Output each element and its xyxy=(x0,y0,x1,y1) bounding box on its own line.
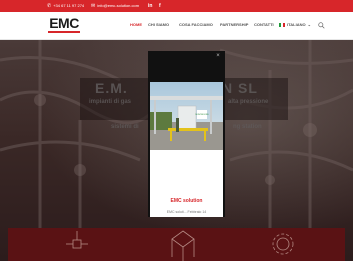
nav-chi-siamo[interactable]: CHI SIAMO xyxy=(148,22,169,28)
hero-subtitle-right-1: alta pressione xyxy=(228,99,269,105)
phone-link[interactable]: ✆ +34 67 11 97 274 xyxy=(47,0,84,12)
site-logo[interactable]: EMC xyxy=(46,16,82,38)
linkedin-icon[interactable]: in xyxy=(148,0,152,12)
caption-title[interactable]: EMC solution xyxy=(150,198,223,204)
nav-cosa-facciamo[interactable]: COSA FACCIAMO xyxy=(179,22,213,28)
phone-text: +34 67 11 97 274 xyxy=(53,3,85,8)
close-icon[interactable]: × xyxy=(215,53,221,59)
hero-title-right: N SL xyxy=(222,80,258,96)
lightbox-photo[interactable]: MONTEFIORE xyxy=(150,82,223,150)
email-text: info@emc-solution.com xyxy=(97,3,140,8)
site-header: EMC HOME CHI SIAMO COSA FACCIAMO PARTNER… xyxy=(0,12,353,40)
hero-title-left: E.M. xyxy=(95,80,128,96)
mail-icon: ✉ xyxy=(91,3,96,9)
lightbox-caption-card: EMC solution EMC soluti... Febbraio 14 xyxy=(150,150,223,217)
caption-meta: EMC soluti... Febbraio 14 xyxy=(166,210,207,214)
nav-partnership[interactable]: PARTNERSHIP xyxy=(220,22,248,28)
hero-subtitle-left-2: sistemi di xyxy=(111,124,139,130)
facebook-icon[interactable]: f xyxy=(159,0,161,12)
language-label: ITALIANO xyxy=(287,22,306,27)
chevron-down-icon: ⌄ xyxy=(307,22,311,27)
search-icon[interactable] xyxy=(318,22,325,29)
email-link[interactable]: ✉ info@emc-solution.com xyxy=(91,0,139,12)
cube-icon xyxy=(171,230,195,261)
logo-text: EMC xyxy=(49,15,79,31)
phone-icon: ✆ xyxy=(47,3,52,9)
nav-contatti[interactable]: CONTATTI xyxy=(254,22,274,28)
hero-subtitle-left-1: impianti di gas xyxy=(89,99,132,105)
top-contact-bar: ✆ +34 67 11 97 274 ✉ info@emc-solution.com… xyxy=(0,0,353,12)
italy-flag-icon xyxy=(279,22,285,27)
gas-station-photo: MONTEFIORE xyxy=(150,82,223,150)
nav-home[interactable]: HOME xyxy=(130,22,142,28)
network-icon xyxy=(66,231,88,249)
photo-sign-text: MONTEFIORE xyxy=(195,114,209,116)
logo-underline xyxy=(48,31,80,33)
hero-subtitle-right-2: ng station xyxy=(233,124,262,130)
language-selector[interactable]: ITALIANO ⌄ xyxy=(279,22,311,28)
gear-icon xyxy=(272,233,294,255)
